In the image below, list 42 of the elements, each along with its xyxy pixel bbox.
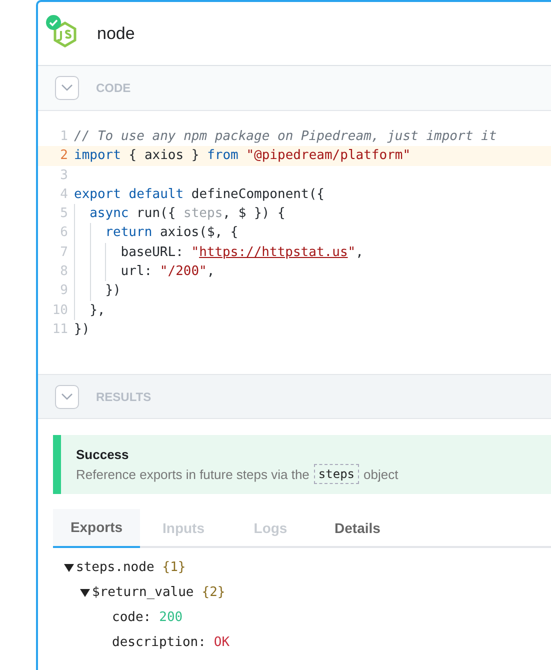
line-number: 9 bbox=[59, 282, 69, 300]
line-number: 3 bbox=[59, 166, 69, 185]
tree-value: 200 bbox=[159, 608, 183, 627]
code-text: return axios($, { bbox=[105, 224, 238, 242]
alert-message: Reference exports in future steps via the steps object bbox=[76, 464, 551, 484]
tree-key[interactable]: $return_value bbox=[92, 582, 194, 602]
collapse-toggle[interactable] bbox=[55, 76, 79, 100]
line-number: 1 bbox=[59, 128, 69, 146]
item-count: {1} bbox=[162, 558, 186, 577]
expand-triangle-icon[interactable] bbox=[64, 564, 74, 572]
code-text: url: "/200", bbox=[120, 263, 215, 282]
tree-key[interactable]: steps.node bbox=[76, 558, 154, 578]
tree-key: description: bbox=[112, 632, 206, 652]
line-number: 6 bbox=[59, 224, 69, 242]
code-text: import { axios } from "@pipedream/platform" bbox=[74, 147, 411, 166]
line-number: 4 bbox=[59, 186, 69, 204]
line-number: 10 bbox=[51, 302, 69, 320]
code-text: }) bbox=[105, 282, 121, 300]
chevron-down-icon bbox=[61, 392, 73, 400]
line-number: 8 bbox=[59, 263, 69, 282]
code-text: // To use any npm package on Pipedream, just import it bbox=[74, 128, 497, 146]
chevron-down-icon bbox=[61, 84, 73, 92]
tab[interactable]: Details bbox=[314, 509, 401, 548]
alert-title: Success bbox=[76, 446, 130, 464]
code-text: }, bbox=[90, 302, 106, 320]
line-number: 11 bbox=[51, 320, 69, 339]
code-text: export default defineComponent({ bbox=[74, 186, 324, 204]
tab[interactable]: Exports bbox=[53, 509, 140, 548]
line-number: 7 bbox=[59, 244, 69, 262]
expand-triangle-icon[interactable] bbox=[80, 588, 90, 596]
collapse-toggle[interactable] bbox=[55, 384, 79, 408]
code-text: baseURL: "https://httpstat.us", bbox=[120, 244, 364, 262]
section-label: RESULTS bbox=[96, 388, 152, 406]
item-count: {2} bbox=[202, 584, 226, 602]
tree-value: OK bbox=[214, 634, 230, 652]
code-text: }) bbox=[74, 320, 90, 339]
tree-key: code: bbox=[112, 608, 152, 628]
step-title: node bbox=[97, 22, 135, 45]
section-label: CODE bbox=[96, 80, 131, 97]
line-number: 5 bbox=[59, 205, 69, 224]
code-text: async run({ steps, $ }) { bbox=[90, 205, 286, 224]
line-number: 2 bbox=[59, 147, 69, 166]
